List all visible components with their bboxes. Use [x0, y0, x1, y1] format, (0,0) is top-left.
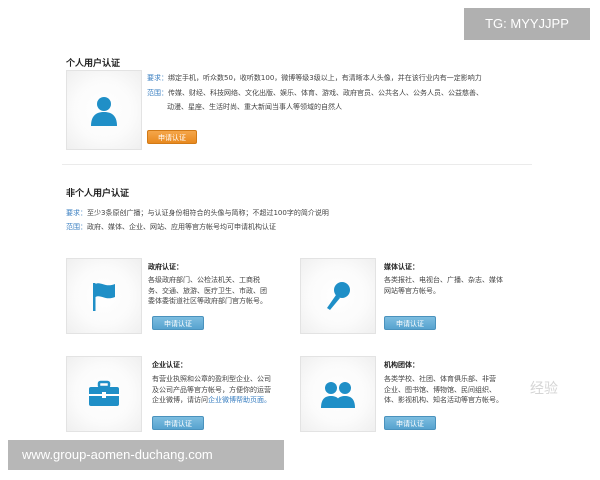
briefcase-icon — [89, 380, 119, 406]
enterprise-desc-line: 企业微博，请访问企业微博帮助页面。 — [152, 395, 271, 406]
organization-desc-line: 各类学校、社团、体育俱乐部、非营 — [384, 375, 496, 383]
organization-desc-line: 体、影视机构、知名活动等官方帐号。 — [384, 396, 503, 404]
watermark-top: TG: MYYJJPP — [464, 8, 590, 40]
personal-section-title: 个人用户认证 — [66, 59, 121, 69]
nonpersonal-scope-text: 政府、媒体、企业、网站、应用等官方帐号均可申请机构认证 — [87, 223, 276, 231]
nonpersonal-scope: 范围：政府、媒体、企业、网站、应用等官方帐号均可申请机构认证 — [66, 222, 276, 232]
nonpersonal-requirement: 要求：至少3条原创广播；与认证身份相符合的头像与简称；不超过100字的简介说明 — [66, 208, 329, 218]
enterprise-title: 企业认证： — [152, 361, 187, 369]
personal-req-text: 绑定手机，听众数50，收听数100，微博等级3级以上，有清晰本人头像，并在该行业… — [168, 74, 482, 82]
nonpersonal-scope-label: 范围： — [66, 223, 87, 231]
organization-title: 机构团体： — [384, 361, 419, 369]
enterprise-desc-line: 及公司产品等官方帐号，方便你的运营 — [152, 385, 271, 394]
media-apply-button[interactable]: 申请认证 — [384, 316, 436, 330]
enterprise-apply-button[interactable]: 申请认证 — [152, 416, 204, 430]
nonpersonal-req-text: 至少3条原创广播；与认证身份相符合的头像与简称；不超过100字的简介说明 — [87, 209, 329, 217]
government-desc-line: 各级政府部门、公检法机关、工商税 — [148, 276, 260, 284]
government-icon-box — [66, 258, 142, 334]
media-desc-line: 各类报社、电视台、广播、杂志、媒体 — [384, 276, 503, 284]
enterprise-icon-box — [66, 356, 142, 432]
media-title: 媒体认证： — [384, 263, 419, 271]
government-title: 政府认证： — [148, 263, 183, 271]
personal-scope: 范围：传媒、财经、科技网络、文化出版、娱乐、体育、游戏、政府官员、公共名人、公务… — [147, 88, 483, 98]
organization-desc: 各类学校、社团、体育俱乐部、非营 企业、图书馆、博物馆、民间组织、 体、影视机构… — [384, 374, 503, 406]
personal-apply-button[interactable]: 申请认证 — [147, 130, 197, 144]
personal-avatar-box — [66, 70, 142, 150]
government-desc-line: 委体委街道社区等政府部门官方帐号。 — [148, 297, 267, 305]
personal-scope-label: 范围： — [147, 89, 168, 97]
enterprise-help-link[interactable]: 企业微博帮助页面。 — [208, 396, 271, 404]
media-desc-line: 网站等官方帐号。 — [384, 286, 440, 295]
media-icon-box — [300, 258, 376, 334]
enterprise-desc-text: 企业微博，请访问 — [152, 396, 208, 404]
organization-icon-box — [300, 356, 376, 432]
media-desc: 各类报社、电视台、广播、杂志、媒体 网站等官方帐号。 — [384, 275, 503, 296]
group-icon — [321, 382, 355, 408]
flag-icon — [93, 283, 115, 311]
section-divider — [62, 164, 532, 165]
nonpersonal-section-title: 非个人用户认证 — [66, 189, 130, 199]
watermark-bottom: www.group-aomen-duchang.com — [8, 440, 284, 470]
government-apply-button[interactable]: 申请认证 — [152, 316, 204, 330]
personal-scope-line2: 动漫、星座、生活时尚、重大新闻当事人等领域的自然人 — [167, 103, 342, 111]
enterprise-desc-line: 有营业执照和公章的盈利型企业、公司 — [152, 375, 271, 383]
personal-req-label: 要求： — [147, 74, 168, 82]
person-icon — [91, 97, 117, 126]
government-desc-line: 务、交通、旅游、医疗卫生、市政、团 — [148, 286, 267, 295]
organization-apply-button[interactable]: 申请认证 — [384, 416, 436, 430]
nonpersonal-req-label: 要求： — [66, 209, 87, 217]
microphone-icon — [327, 282, 350, 310]
personal-requirement: 要求：绑定手机，听众数50，收听数100，微博等级3级以上，有清晰本人头像，并在… — [147, 73, 482, 83]
personal-scope-line1: 传媒、财经、科技网络、文化出版、娱乐、体育、游戏、政府官员、公共名人、公务人员、… — [168, 89, 483, 97]
organization-desc-line: 企业、图书馆、博物馆、民间组织、 — [384, 385, 496, 394]
enterprise-desc: 有营业执照和公章的盈利型企业、公司 及公司产品等官方帐号，方便你的运营 企业微博… — [152, 374, 271, 406]
government-desc: 各级政府部门、公检法机关、工商税 务、交通、旅游、医疗卫生、市政、团 委体委街道… — [148, 275, 267, 307]
faded-overlay-text: 经验 — [530, 380, 558, 396]
